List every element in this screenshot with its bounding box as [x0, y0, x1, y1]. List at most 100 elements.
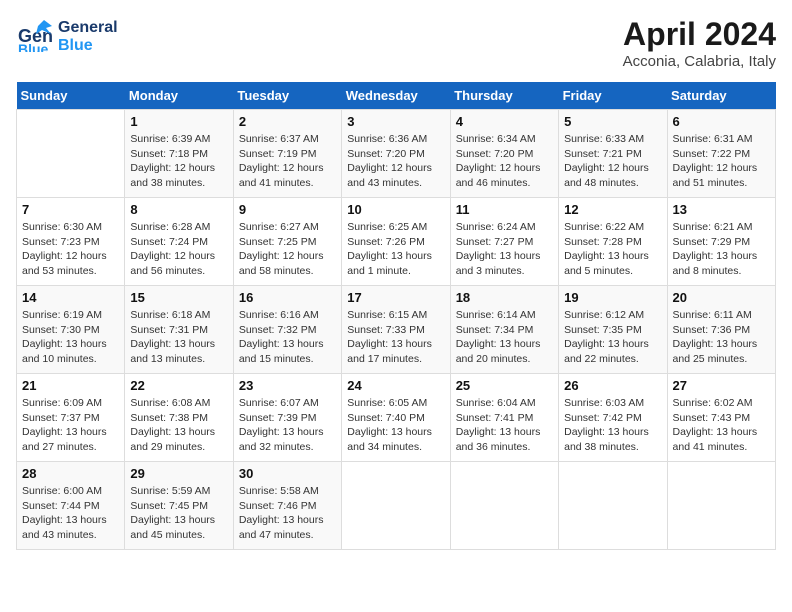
day-number: 25: [456, 378, 553, 393]
day-info: Sunrise: 6:09 AM Sunset: 7:37 PM Dayligh…: [22, 396, 119, 455]
title-area: April 2024 Acconia, Calabria, Italy: [623, 16, 776, 70]
day-info: Sunrise: 6:00 AM Sunset: 7:44 PM Dayligh…: [22, 484, 119, 543]
calendar-cell: 10Sunrise: 6:25 AM Sunset: 7:26 PM Dayli…: [342, 198, 450, 286]
svg-text:Blue: Blue: [18, 41, 49, 52]
calendar-cell: 11Sunrise: 6:24 AM Sunset: 7:27 PM Dayli…: [450, 198, 558, 286]
day-number: 17: [347, 290, 444, 305]
logo-icon: General Blue: [16, 16, 52, 52]
calendar-cell: 23 Sunrise: 6:07 AM Sunset: 7:39 PM Dayli…: [233, 374, 341, 462]
day-info: Sunrise: 6:21 AM Sunset: 7:29 PM Dayligh…: [673, 220, 770, 279]
day-number: 28: [22, 466, 119, 481]
day-info: Sunrise: 6:18 AM Sunset: 7:31 PM Dayligh…: [130, 308, 227, 367]
day-info: Sunrise: 6:34 AM Sunset: 7:20 PM Dayligh…: [456, 132, 553, 191]
header-thursday: Thursday: [450, 82, 558, 110]
day-number: 26: [564, 378, 661, 393]
day-info: Sunrise: 6:11 AM Sunset: 7:36 PM Dayligh…: [673, 308, 770, 367]
calendar-cell: [17, 110, 125, 198]
calendar-subtitle: Acconia, Calabria, Italy: [623, 53, 776, 70]
day-number: 9: [239, 202, 336, 217]
day-info: Sunrise: 6:27 AM Sunset: 7:25 PM Dayligh…: [239, 220, 336, 279]
day-info: Sunrise: 6:14 AM Sunset: 7:34 PM Dayligh…: [456, 308, 553, 367]
day-number: 13: [673, 202, 770, 217]
day-info: Sunrise: 6:28 AM Sunset: 7:24 PM Dayligh…: [130, 220, 227, 279]
day-number: 8: [130, 202, 227, 217]
day-info: Sunrise: 6:39 AM Sunset: 7:18 PM Dayligh…: [130, 132, 227, 191]
calendar-cell: 15 Sunrise: 6:18 AM Sunset: 7:31 PM Dayli…: [125, 286, 233, 374]
day-info: Sunrise: 6:03 AM Sunset: 7:42 PM Dayligh…: [564, 396, 661, 455]
calendar-cell: 17Sunrise: 6:15 AM Sunset: 7:33 PM Dayli…: [342, 286, 450, 374]
day-number: 30: [239, 466, 336, 481]
day-info: Sunrise: 6:02 AM Sunset: 7:43 PM Dayligh…: [673, 396, 770, 455]
day-number: 27: [673, 378, 770, 393]
calendar-cell: 28 Sunrise: 6:00 AM Sunset: 7:44 PM Dayli…: [17, 462, 125, 550]
day-info: Sunrise: 6:05 AM Sunset: 7:40 PM Dayligh…: [347, 396, 444, 455]
header-saturday: Saturday: [667, 82, 775, 110]
day-number: 16: [239, 290, 336, 305]
calendar-cell: 7 Sunrise: 6:30 AM Sunset: 7:23 PM Daylig…: [17, 198, 125, 286]
day-info: Sunrise: 6:08 AM Sunset: 7:38 PM Dayligh…: [130, 396, 227, 455]
day-number: 29: [130, 466, 227, 481]
calendar-cell: [559, 462, 667, 550]
calendar-cell: 20 Sunrise: 6:11 AM Sunset: 7:36 PM Dayli…: [667, 286, 775, 374]
calendar-week-4: 21Sunrise: 6:09 AM Sunset: 7:37 PM Dayli…: [17, 374, 776, 462]
day-number: 6: [673, 114, 770, 129]
calendar-cell: 9 Sunrise: 6:27 AM Sunset: 7:25 PM Daylig…: [233, 198, 341, 286]
day-info: Sunrise: 5:59 AM Sunset: 7:45 PM Dayligh…: [130, 484, 227, 543]
header-tuesday: Tuesday: [233, 82, 341, 110]
calendar-cell: 21Sunrise: 6:09 AM Sunset: 7:37 PM Dayli…: [17, 374, 125, 462]
calendar-cell: 18 Sunrise: 6:14 AM Sunset: 7:34 PM Dayli…: [450, 286, 558, 374]
header: General Blue General Blue April 2024 Acc…: [16, 16, 776, 70]
day-number: 10: [347, 202, 444, 217]
calendar-cell: 13 Sunrise: 6:21 AM Sunset: 7:29 PM Dayli…: [667, 198, 775, 286]
day-info: Sunrise: 6:37 AM Sunset: 7:19 PM Dayligh…: [239, 132, 336, 191]
calendar-cell: 3 Sunrise: 6:36 AM Sunset: 7:20 PM Daylig…: [342, 110, 450, 198]
header-sunday: Sunday: [17, 82, 125, 110]
calendar-cell: 14 Sunrise: 6:19 AM Sunset: 7:30 PM Dayli…: [17, 286, 125, 374]
day-info: Sunrise: 5:58 AM Sunset: 7:46 PM Dayligh…: [239, 484, 336, 543]
calendar-cell: 24 Sunrise: 6:05 AM Sunset: 7:40 PM Dayli…: [342, 374, 450, 462]
calendar-cell: 29 Sunrise: 5:59 AM Sunset: 7:45 PM Dayli…: [125, 462, 233, 550]
day-info: Sunrise: 6:07 AM Sunset: 7:39 PM Dayligh…: [239, 396, 336, 455]
calendar-week-1: 1 Sunrise: 6:39 AM Sunset: 7:18 PM Daylig…: [17, 110, 776, 198]
day-info: Sunrise: 6:36 AM Sunset: 7:20 PM Dayligh…: [347, 132, 444, 191]
day-info: Sunrise: 6:22 AM Sunset: 7:28 PM Dayligh…: [564, 220, 661, 279]
calendar-cell: 4Sunrise: 6:34 AM Sunset: 7:20 PM Daylig…: [450, 110, 558, 198]
day-number: 12: [564, 202, 661, 217]
day-number: 18: [456, 290, 553, 305]
day-info: Sunrise: 6:19 AM Sunset: 7:30 PM Dayligh…: [22, 308, 119, 367]
header-wednesday: Wednesday: [342, 82, 450, 110]
day-number: 14: [22, 290, 119, 305]
day-info: Sunrise: 6:12 AM Sunset: 7:35 PM Dayligh…: [564, 308, 661, 367]
logo: General Blue General Blue: [16, 16, 118, 57]
calendar-cell: 25 Sunrise: 6:04 AM Sunset: 7:41 PM Dayli…: [450, 374, 558, 462]
day-info: Sunrise: 6:04 AM Sunset: 7:41 PM Dayligh…: [456, 396, 553, 455]
day-number: 1: [130, 114, 227, 129]
calendar-cell: 30 Sunrise: 5:58 AM Sunset: 7:46 PM Dayli…: [233, 462, 341, 550]
day-number: 15: [130, 290, 227, 305]
day-number: 23: [239, 378, 336, 393]
calendar-cell: 1 Sunrise: 6:39 AM Sunset: 7:18 PM Daylig…: [125, 110, 233, 198]
day-number: 20: [673, 290, 770, 305]
calendar-week-3: 14 Sunrise: 6:19 AM Sunset: 7:30 PM Dayli…: [17, 286, 776, 374]
day-info: Sunrise: 6:31 AM Sunset: 7:22 PM Dayligh…: [673, 132, 770, 191]
logo-line1: General: [58, 19, 118, 37]
day-number: 3: [347, 114, 444, 129]
calendar-cell: [450, 462, 558, 550]
calendar-cell: 26 Sunrise: 6:03 AM Sunset: 7:42 PM Dayli…: [559, 374, 667, 462]
day-number: 2: [239, 114, 336, 129]
calendar-cell: [342, 462, 450, 550]
day-info: Sunrise: 6:16 AM Sunset: 7:32 PM Dayligh…: [239, 308, 336, 367]
day-number: 24: [347, 378, 444, 393]
day-info: Sunrise: 6:33 AM Sunset: 7:21 PM Dayligh…: [564, 132, 661, 191]
calendar-cell: 19Sunrise: 6:12 AM Sunset: 7:35 PM Dayli…: [559, 286, 667, 374]
calendar-cell: 6 Sunrise: 6:31 AM Sunset: 7:22 PM Daylig…: [667, 110, 775, 198]
calendar-table: SundayMondayTuesdayWednesdayThursdayFrid…: [16, 82, 776, 550]
logo-line2: Blue: [58, 37, 93, 55]
calendar-cell: 16 Sunrise: 6:16 AM Sunset: 7:32 PM Dayli…: [233, 286, 341, 374]
day-number: 5: [564, 114, 661, 129]
calendar-cell: 22 Sunrise: 6:08 AM Sunset: 7:38 PM Dayli…: [125, 374, 233, 462]
calendar-cell: 8 Sunrise: 6:28 AM Sunset: 7:24 PM Daylig…: [125, 198, 233, 286]
day-number: 7: [22, 202, 119, 217]
day-number: 22: [130, 378, 227, 393]
day-info: Sunrise: 6:30 AM Sunset: 7:23 PM Dayligh…: [22, 220, 119, 279]
